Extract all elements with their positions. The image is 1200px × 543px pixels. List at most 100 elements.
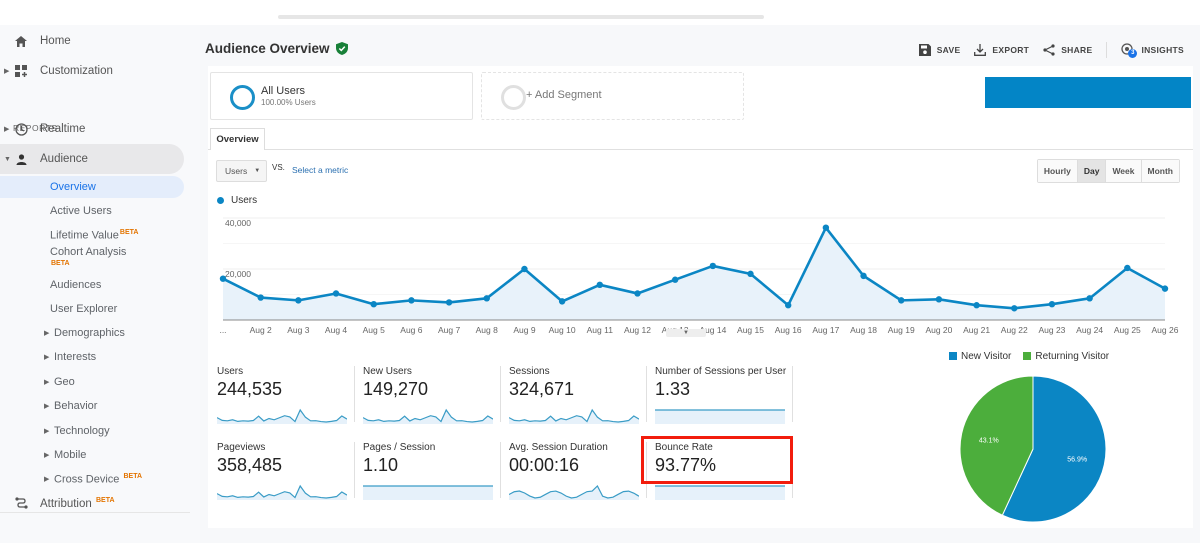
segment-ring-icon [230,85,255,110]
sidebar-item-overview[interactable]: Overview [0,176,184,198]
legend-label: New Visitor [961,351,1012,362]
sidebar-item-interests[interactable]: ▶ Interests [0,346,184,368]
export-label: EXPORT [992,45,1030,55]
sidebar-item-lifetime-value[interactable]: Lifetime ValueBETA [0,224,184,246]
metric-card[interactable]: Avg. Session Duration 00:00:16 [509,442,649,508]
metric-value: 324,671 [509,379,575,399]
metric-divider [792,366,793,422]
metric-card[interactable]: Pageviews 358,485 [217,442,357,508]
y-tick-label: 40,000 [225,218,251,228]
metric-card[interactable]: Users 244,535 [217,366,357,432]
share-label: SHARE [1061,45,1093,55]
segment-placeholder-ring-icon [501,85,526,110]
tab-overview[interactable]: Overview [210,128,265,150]
metric-divider [500,442,501,498]
metric-divider [500,366,501,422]
tab-divider [208,149,1193,150]
sidebar-item-user-explorer[interactable]: User Explorer [0,298,184,320]
insights-button[interactable]: 3 INSIGHTS [1121,43,1184,58]
horizontal-scrollbar[interactable] [278,15,764,19]
chevron-down-icon: ▼ [254,168,261,174]
x-tick-label: ... [219,325,226,335]
metric-card[interactable]: New Users 149,270 [363,366,503,432]
chart-expand-handle[interactable]: ▼ [666,329,706,337]
metric-card[interactable]: Sessions 324,671 [509,366,649,432]
x-tick-label: Aug 19 [888,325,915,335]
metric-card[interactable]: Pages / Session 1.10 [363,442,503,508]
x-tick-label: Aug 10 [549,325,576,335]
data-point [558,298,566,305]
sidebar-item-audiences[interactable]: Audiences [0,274,184,296]
expand-arrow-icon: ▶ [44,428,50,435]
x-tick-label: Aug 15 [737,325,764,335]
metric-label: Users [217,366,244,377]
add-segment-label: + Add Segment [526,89,602,101]
sidebar-item-behavior[interactable]: ▶ Behavior [0,395,184,417]
metric-card[interactable]: Number of Sessions per User 1.33 [655,366,795,432]
report-card: All Users 100.00% Users + Add Segment Ov… [208,66,1193,528]
segment-all-users[interactable]: All Users 100.00% Users [210,72,473,120]
beta-badge: BETA [95,496,115,504]
date-range-picker-redacted[interactable] [985,77,1191,108]
metric-sparkline [217,408,347,424]
expand-arrow-icon: ▶ [44,354,50,361]
legend-swatch-icon [949,352,957,360]
data-point [634,290,641,297]
metric-label: New Users [363,366,412,377]
metric-value: 00:00:16 [509,455,580,475]
x-tick-label: Aug 25 [1114,325,1141,335]
sidebar-item-cross-device[interactable]: ▶ Cross Device BETA [0,468,184,490]
data-point [408,297,415,304]
sparkline-area [655,486,785,500]
x-tick-label: Aug 22 [1001,325,1028,335]
metric-value: 149,270 [363,379,429,399]
add-segment-button[interactable]: + Add Segment [481,72,744,120]
x-tick-label: Aug 7 [438,325,460,335]
collapse-arrow-icon: ▼ [4,155,11,163]
verified-shield-icon [335,42,348,55]
granularity-day-button[interactable]: Day [1077,160,1107,182]
sparkline-area [655,410,785,424]
metric-dropdown[interactable]: Users ▼ [216,160,267,182]
share-button[interactable]: SHARE [1043,44,1092,56]
data-point [1086,295,1093,302]
visitor-pie-chart: 56.9% 43.1% [959,375,1107,523]
sidebar-item-geo[interactable]: ▶ Geo [0,371,184,393]
sidebar-item-cohort-analysis[interactable]: Cohort Analysis BETA [0,244,184,270]
segment-name: All Users [261,85,306,97]
sidebar-divider [0,512,190,513]
users-line-chart: 20,000 40,000... Aug 2 Aug 3 Aug 4 Aug 5 Aug 6… [219,217,1179,335]
select-metric-link[interactable]: Select a metric [292,165,348,175]
x-tick-label: Aug 23 [1038,325,1065,335]
data-point [332,290,340,297]
sidebar-item-audience[interactable]: ▼ Audience [0,144,184,174]
export-download-icon [974,44,987,56]
header-actions: SAVE EXPORT SHARE 3 INSIGHTS [918,42,1184,58]
home-icon [14,34,28,48]
data-point [671,276,679,283]
export-button[interactable]: EXPORT [974,44,1029,56]
x-tick-label: Aug 5 [363,325,385,335]
metric-sparkline [655,409,785,424]
legend-label: Returning Visitor [1035,351,1110,362]
x-tick-label: Aug 20 [925,325,952,335]
sidebar-item-active-users[interactable]: Active Users [0,200,184,222]
expand-arrow-icon: ▶ [44,476,50,483]
granularity-week-button[interactable]: Week [1106,160,1142,182]
legend-label-users: Users [231,195,258,206]
sidebar-item-demographics[interactable]: ▶ Demographics [0,322,184,344]
sidebar-item-technology[interactable]: ▶ Technology [0,420,184,442]
save-button[interactable]: SAVE [918,44,961,56]
data-point [1124,264,1131,272]
sidebar-item-mobile[interactable]: ▶ Mobile [0,444,184,466]
granularity-hourly-button[interactable]: Hourly [1037,160,1078,182]
person-icon [14,152,28,166]
beta-badge: BETA [51,260,70,267]
data-point [370,300,377,308]
page-title-text: Audience Overview [205,41,330,56]
data-point [935,296,943,303]
share-icon [1043,44,1055,56]
granularity-month-button[interactable]: Month [1141,160,1179,182]
metric-value: 1.33 [655,379,691,399]
metric-sparkline [217,484,347,500]
